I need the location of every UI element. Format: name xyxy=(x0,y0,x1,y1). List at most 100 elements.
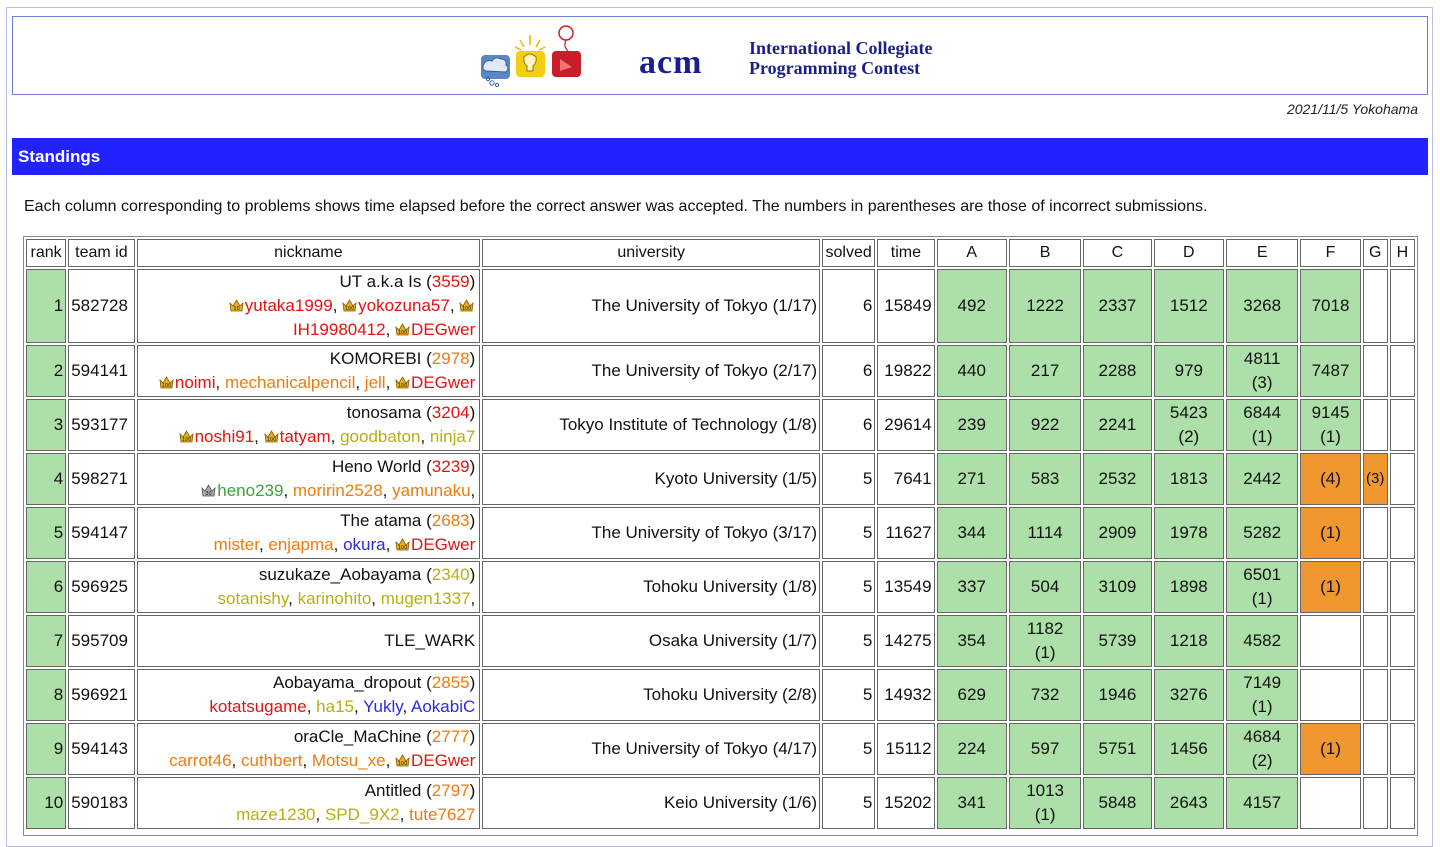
crown-icon: 100 xyxy=(395,538,410,551)
team-rating: 2340 xyxy=(431,565,470,584)
member-name[interactable]: enjapma xyxy=(268,535,333,554)
member-name[interactable]: Motsu_xe xyxy=(312,751,386,770)
team-name-line: UT a.k.a Is (3559) xyxy=(339,272,476,291)
member-name[interactable]: okura xyxy=(343,535,386,554)
problem-a-cell: 239 xyxy=(936,399,1007,451)
team-id-cell: 582728 xyxy=(68,269,135,343)
column-header-team-id[interactable]: team id xyxy=(68,239,135,267)
member-name[interactable]: kotatsugame xyxy=(209,697,306,716)
problem-e-cell: 4811 (3) xyxy=(1225,345,1299,397)
column-header-f[interactable]: F xyxy=(1300,239,1361,267)
team-name-line: KOMOREBI (2978) xyxy=(329,349,476,368)
column-header-g[interactable]: G xyxy=(1362,239,1388,267)
crown-icon: 100 xyxy=(159,376,174,389)
column-header-a[interactable]: A xyxy=(936,239,1007,267)
acm-logo-text: acm xyxy=(639,44,703,81)
team-members-line: kotatsugame, ha15, Yukly, AokabiC xyxy=(209,697,476,716)
team-name[interactable]: Antitled xyxy=(365,781,422,800)
problem-wrong-count: (1) xyxy=(1251,589,1273,608)
member-name[interactable]: mister xyxy=(214,535,259,554)
problem-c-cell: 2288 xyxy=(1083,345,1152,397)
rank-cell: 8 xyxy=(26,669,67,721)
rank-cell: 6 xyxy=(26,561,67,613)
column-header-nickname[interactable]: nickname xyxy=(136,239,481,267)
university-cell: Tokyo Institute of Technology (1/8) xyxy=(482,399,821,451)
member-name[interactable]: yamunaku xyxy=(392,481,470,500)
team-name[interactable]: TLE_WARK xyxy=(384,631,475,650)
team-rating: 2683 xyxy=(431,511,470,530)
member-name[interactable]: maze1230 xyxy=(236,805,315,824)
column-header-time[interactable]: time xyxy=(877,239,935,267)
problem-wrong-count: (2) xyxy=(1178,427,1200,446)
problem-b-cell: 1114 xyxy=(1008,507,1082,559)
team-name[interactable]: KOMOREBI xyxy=(330,349,422,368)
table-row: 2 594141 KOMOREBI (2978) 100 noimi, mechanic… xyxy=(26,345,1415,397)
team-name[interactable]: suzukaze_Aobayama xyxy=(259,565,422,584)
member-name[interactable]: yokozuna57 xyxy=(358,296,450,315)
member-name[interactable]: noshi91 xyxy=(195,427,255,446)
team-name[interactable]: UT a.k.a Is xyxy=(340,272,422,291)
member-name[interactable]: moririn2528 xyxy=(293,481,383,500)
member-name[interactable]: DEGwer xyxy=(411,751,475,770)
member-name[interactable]: karinohito xyxy=(298,589,372,608)
problem-b-cell: 217 xyxy=(1008,345,1082,397)
time-cell: 29614 xyxy=(877,399,935,451)
problem-time: 1013 xyxy=(1026,781,1065,800)
member-name[interactable]: Yukly xyxy=(363,697,402,716)
solved-cell: 5 xyxy=(822,507,876,559)
member-name[interactable]: noimi xyxy=(175,373,216,392)
column-header-e[interactable]: E xyxy=(1225,239,1299,267)
member-name[interactable]: yutaka1999 xyxy=(245,296,333,315)
member-name[interactable]: tute7627 xyxy=(409,805,475,824)
problem-e-cell: 7149 (1) xyxy=(1225,669,1299,721)
university-cell: Kyoto University (1/5) xyxy=(482,453,821,505)
solved-cell: 5 xyxy=(822,777,876,829)
problem-h-cell xyxy=(1389,399,1415,451)
problem-time: 629 xyxy=(957,685,986,704)
team-id-cell: 590183 xyxy=(68,777,135,829)
team-name[interactable]: oraCle_MaChine xyxy=(294,727,422,746)
column-header-university[interactable]: university xyxy=(482,239,821,267)
problem-wrong-count: (1) xyxy=(1251,427,1273,446)
member-name[interactable]: mugen1337 xyxy=(381,589,471,608)
member-name[interactable]: goodbaton xyxy=(340,427,420,446)
member-name[interactable]: jell xyxy=(365,373,386,392)
problem-time: 2909 xyxy=(1098,523,1137,542)
member-name[interactable]: mechanicalpencil xyxy=(225,373,355,392)
column-header-rank[interactable]: rank xyxy=(26,239,67,267)
team-id-cell: 594143 xyxy=(68,723,135,775)
column-header-b[interactable]: B xyxy=(1008,239,1082,267)
problem-c-cell: 2532 xyxy=(1083,453,1152,505)
problem-g-cell xyxy=(1362,507,1388,559)
standings-table-container: rank team id nickname university solved time A… xyxy=(23,236,1418,836)
column-header-d[interactable]: D xyxy=(1153,239,1224,267)
column-header-solved[interactable]: solved xyxy=(822,239,876,267)
member-name[interactable]: DEGwer xyxy=(411,320,475,339)
problem-f-cell xyxy=(1300,777,1361,829)
team-name[interactable]: tonosama xyxy=(347,403,422,422)
member-name[interactable]: carrot46 xyxy=(169,751,231,770)
member-name[interactable]: IH19980412 xyxy=(293,320,386,339)
team-name[interactable]: The atama xyxy=(340,511,421,530)
member-name[interactable]: tatyam xyxy=(280,427,331,446)
member-name[interactable]: DEGwer xyxy=(411,535,475,554)
problem-time: (1) xyxy=(1320,577,1341,596)
member-name[interactable]: DEGwer xyxy=(411,373,475,392)
member-name[interactable]: ha15 xyxy=(316,697,354,716)
problem-time: 1222 xyxy=(1026,296,1065,315)
column-header-h[interactable]: H xyxy=(1389,239,1415,267)
member-name[interactable]: SPD_9X2 xyxy=(325,805,400,824)
time-cell: 19822 xyxy=(877,345,935,397)
time-cell: 14275 xyxy=(877,615,935,667)
team-members-line: maze1230, SPD_9X2, tute7627 xyxy=(236,805,476,824)
team-name[interactable]: Aobayama_dropout xyxy=(273,673,421,692)
member-name[interactable]: cuthbert xyxy=(241,751,302,770)
team-name[interactable]: Heno World xyxy=(332,457,421,476)
problem-e-cell: 2442 xyxy=(1225,453,1299,505)
member-name[interactable]: heno239 xyxy=(217,481,283,500)
rank-cell: 7 xyxy=(26,615,67,667)
member-name[interactable]: ninja7 xyxy=(430,427,475,446)
member-name[interactable]: AokabiC xyxy=(411,697,475,716)
column-header-c[interactable]: C xyxy=(1083,239,1152,267)
member-name[interactable]: sotanishy xyxy=(218,589,289,608)
